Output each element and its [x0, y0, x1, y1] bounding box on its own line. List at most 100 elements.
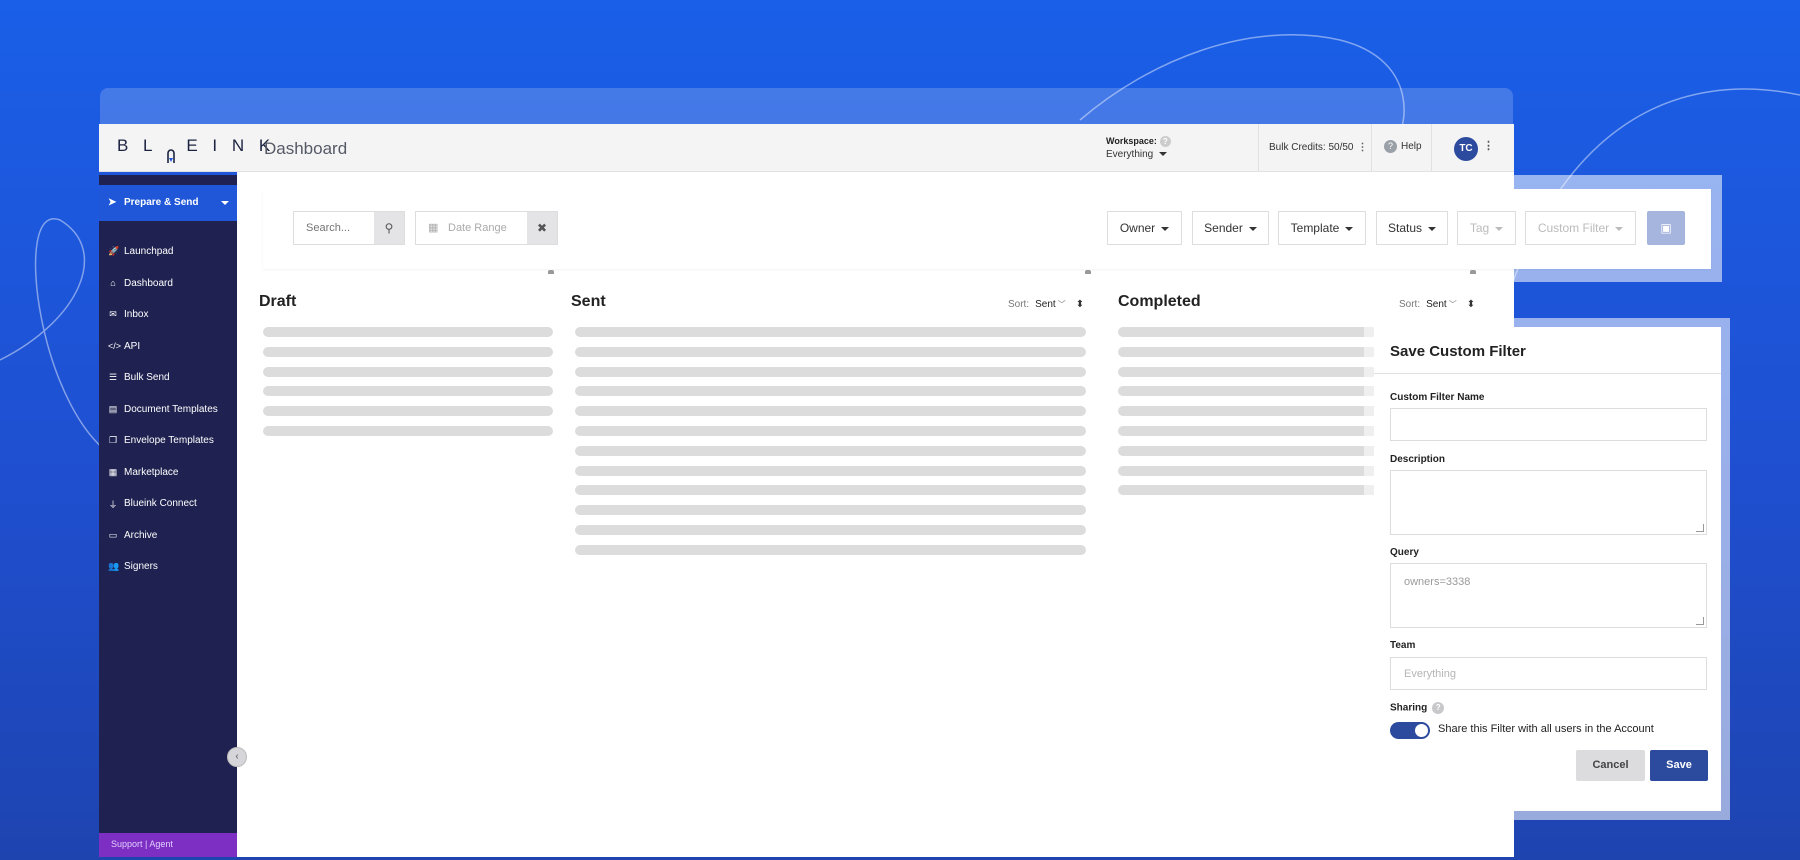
owner-filter-button[interactable]: Owner	[1107, 211, 1182, 245]
tag-filter-button[interactable]: Tag	[1457, 211, 1516, 245]
workspace-selector[interactable]: Workspace:? Everything	[1106, 136, 1171, 160]
sort-value: Sent	[1426, 299, 1447, 310]
sidebar-item-api[interactable]: </> API	[99, 332, 237, 364]
sort-label: Sort:	[1008, 299, 1030, 310]
archive-icon: ▭	[108, 529, 118, 540]
sort-direction-icon[interactable]: ⬍	[1076, 299, 1084, 310]
question-icon[interactable]: ?	[1159, 136, 1171, 148]
sidebar-item-document-templates[interactable]: ▤ Document Templates	[99, 395, 237, 427]
workspace-label: Workspace:	[1106, 136, 1157, 146]
custom-filter-label: Custom Filter	[1537, 221, 1610, 235]
team-field[interactable]: Everything	[1390, 657, 1707, 690]
sidebar-item-archive[interactable]: ▭ Archive	[99, 521, 237, 553]
skeleton-row	[263, 386, 553, 397]
completed-sort-control[interactable]: Sort: Sent ﹀ ⬍	[1399, 299, 1475, 310]
save-filter-button[interactable]: ▣	[1647, 211, 1685, 245]
skeleton-row	[575, 465, 1086, 476]
sent-sort-control[interactable]: Sort: Sent ﹀ ⬍	[1008, 299, 1084, 310]
skeleton-row	[1118, 386, 1378, 397]
cancel-button[interactable]: Cancel	[1576, 750, 1645, 781]
skeleton-row	[1118, 406, 1378, 417]
sidebar-item-bulk-send[interactable]: ☰ Bulk Send	[99, 363, 237, 395]
more-vertical-icon[interactable]: ⋮	[1483, 139, 1494, 152]
date-range-input[interactable]: ▦ Date Range ✖	[415, 211, 558, 245]
sort-direction-icon[interactable]: ⬍	[1467, 299, 1475, 310]
sidebar-item-label: Bulk Send	[124, 372, 170, 383]
resize-handle-icon[interactable]	[1696, 524, 1704, 532]
sidebar-item-marketplace[interactable]: ▦ Marketplace	[99, 458, 237, 490]
toggle-knob	[1415, 724, 1428, 737]
filter-name-input[interactable]	[1390, 408, 1707, 441]
sidebar: ➤ Prepare & Send 🚀 Launchpad ⌂ Dashboard ✉ In…	[99, 172, 237, 857]
collapse-sidebar-button[interactable]: ‹	[227, 747, 247, 767]
search-button[interactable]: ⚲	[374, 212, 404, 244]
prepare-send-button[interactable]: ➤ Prepare & Send	[99, 185, 237, 221]
sidebar-item-dashboard[interactable]: ⌂ Dashboard	[99, 269, 237, 301]
more-vertical-icon[interactable]: ⋮	[1358, 142, 1368, 153]
skeleton-row	[575, 544, 1086, 555]
sidebar-item-label: Marketplace	[124, 466, 179, 478]
skeleton-row	[1118, 465, 1378, 476]
code-icon: </>	[108, 340, 122, 351]
skeleton-row	[263, 366, 553, 377]
envelope-icon: ✉	[109, 309, 117, 319]
ghost-window-frame	[100, 88, 1513, 128]
support-agent-bar[interactable]: Support | Agent	[99, 833, 237, 857]
template-filter-button[interactable]: Template	[1278, 211, 1366, 245]
save-button[interactable]: Save	[1650, 750, 1708, 781]
brand-logo[interactable]: B L E I N K	[117, 136, 275, 163]
sidebar-item-label: Archive	[124, 529, 158, 541]
custom-filter-button[interactable]: Custom Filter	[1525, 211, 1636, 245]
skeleton-row	[263, 406, 553, 417]
skeleton-row	[575, 426, 1086, 436]
clear-date-button[interactable]: ✖	[527, 212, 557, 244]
chevron-down-icon: ﹀	[1057, 300, 1066, 309]
skeleton-row	[575, 505, 1086, 516]
resize-handle-icon[interactable]	[1696, 617, 1704, 625]
description-label: Description	[1390, 454, 1446, 465]
team-value: Everything	[1404, 668, 1456, 680]
filter-bar: ⚲ ▦ Date Range ✖ Owner Sender Template S…	[263, 189, 1711, 269]
search-input[interactable]	[294, 212, 374, 244]
divider	[1258, 124, 1259, 172]
skeleton-row	[263, 327, 553, 337]
sidebar-item-signers[interactable]: 👥 Signers	[99, 552, 237, 584]
description-textarea[interactable]	[1390, 470, 1707, 535]
sidebar-item-envelope-templates[interactable]: ❐ Envelope Templates	[99, 426, 237, 458]
sidebar-item-label: Dashboard	[124, 277, 173, 289]
chevron-down-icon: ﹀	[1448, 300, 1457, 309]
skeleton-row	[575, 485, 1086, 496]
paper-plane-icon: ➤	[108, 197, 117, 208]
status-filter-label: Status	[1387, 221, 1423, 235]
query-textarea[interactable]: owners=3338	[1390, 563, 1707, 628]
skeleton-row	[263, 346, 553, 357]
caret-down-icon	[1345, 226, 1354, 231]
sharing-label: Sharing	[1390, 702, 1428, 714]
floppy-disk-icon: ▣	[1660, 221, 1672, 235]
date-range-placeholder: Date Range	[448, 222, 507, 234]
page-title: Dashboard	[264, 139, 348, 158]
bulk-credits[interactable]: Bulk Credits: 50/50 ⋮	[1269, 142, 1368, 153]
grid-icon: ▦	[108, 466, 118, 477]
sidebar-item-inbox[interactable]: ✉ Inbox	[99, 300, 237, 332]
team-label: Team	[1390, 640, 1416, 651]
status-filter-button[interactable]: Status	[1376, 211, 1448, 245]
skeleton-row	[1118, 445, 1378, 456]
avatar[interactable]: TC	[1454, 137, 1478, 161]
prepare-send-label: Prepare & Send	[124, 197, 199, 208]
search-box: ⚲	[293, 211, 405, 245]
question-icon[interactable]: ?	[1432, 702, 1445, 714]
sharing-toggle[interactable]	[1390, 722, 1430, 739]
copy-icon: ❐	[108, 435, 118, 445]
sidebar-item-blueink-connect[interactable]: ⏚ Blueink Connect	[99, 489, 237, 521]
calendar-icon: ▦	[428, 222, 439, 234]
sidebar-item-label: API	[124, 340, 141, 352]
help-link[interactable]: ? Help	[1384, 140, 1422, 153]
sender-filter-button[interactable]: Sender	[1192, 211, 1269, 245]
sort-label: Sort:	[1399, 299, 1421, 310]
column-title-completed: Completed	[1118, 293, 1201, 310]
sort-value: Sent	[1035, 299, 1056, 310]
sidebar-item-launchpad[interactable]: 🚀 Launchpad	[99, 237, 237, 269]
owner-filter-label: Owner	[1119, 221, 1156, 235]
sidebar-item-label: Envelope Templates	[124, 435, 214, 446]
